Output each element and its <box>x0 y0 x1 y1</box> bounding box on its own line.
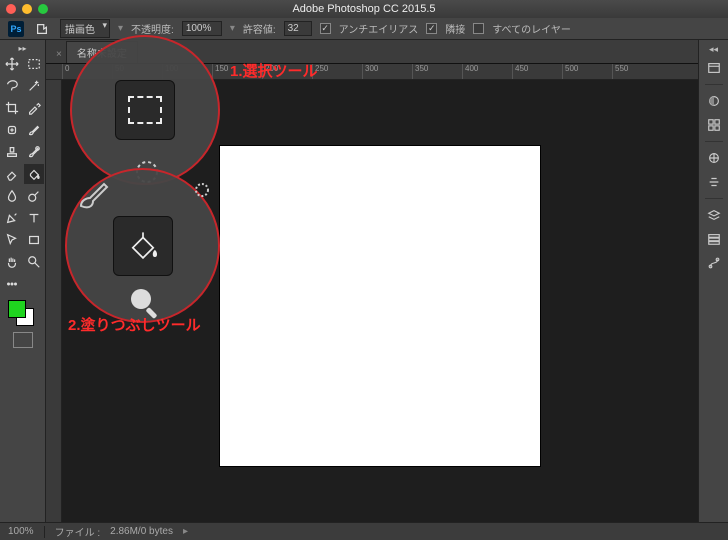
contiguous-checkbox[interactable] <box>426 23 437 34</box>
hand-tool[interactable] <box>2 252 22 272</box>
marquee-tool-zoomed-icon <box>115 80 175 140</box>
annotation-callout-1 <box>70 35 220 185</box>
marquee-tool[interactable] <box>24 54 44 74</box>
ruler-mark: 500 <box>562 64 612 79</box>
title-bar: Adobe Photoshop CC 2015.5 <box>0 0 728 18</box>
expand-panels-icon[interactable]: ◂◂ <box>709 44 718 55</box>
edit-toolbar[interactable] <box>2 274 22 294</box>
doc-tab-close-x[interactable]: × <box>52 46 66 63</box>
history-brush-tool[interactable] <box>24 142 44 162</box>
stamp-tool[interactable] <box>2 142 22 162</box>
eyedropper-tool[interactable] <box>24 98 44 118</box>
layers-panel-icon[interactable] <box>703 204 725 226</box>
opacity-label: 不透明度: <box>131 21 174 36</box>
adjustments-panel-icon[interactable] <box>703 147 725 169</box>
paths-panel-icon[interactable] <box>703 252 725 274</box>
status-bar: 100% ファイル : 2.86M/0 bytes ▸ <box>0 522 728 540</box>
zoom-level[interactable]: 100% <box>8 526 34 537</box>
file-info-value: 2.86M/0 bytes <box>110 526 173 537</box>
collapse-tools-icon[interactable]: ▸▸ <box>14 44 32 52</box>
history-panel-icon[interactable] <box>703 57 725 79</box>
canvas[interactable] <box>220 146 540 466</box>
healing-tool[interactable] <box>2 120 22 140</box>
paint-bucket-tool[interactable] <box>24 164 44 184</box>
zoom-tool[interactable] <box>24 252 44 272</box>
current-tool-icon <box>32 19 52 39</box>
ruler-mark: 300 <box>362 64 412 79</box>
ruler-vertical <box>46 80 62 522</box>
channels-panel-icon[interactable] <box>703 228 725 250</box>
shape-tool[interactable] <box>24 230 44 250</box>
tolerance-input[interactable]: 32 <box>284 21 312 36</box>
styles-panel-icon[interactable] <box>703 171 725 193</box>
deco-brush-icon <box>75 172 115 212</box>
swatches-panel-icon[interactable] <box>703 114 725 136</box>
color-panel-icon[interactable] <box>703 90 725 112</box>
fill-mode-dropdown[interactable]: 描画色 <box>60 19 110 38</box>
ruler-mark: 250 <box>312 64 362 79</box>
dodge-tool[interactable] <box>24 186 44 206</box>
file-info-label: ファイル : <box>55 524 101 539</box>
type-tool[interactable] <box>24 208 44 228</box>
blur-tool[interactable] <box>2 186 22 206</box>
crop-tool[interactable] <box>2 98 22 118</box>
antialias-label: アンチエイリアス <box>339 21 419 36</box>
ruler-mark: 450 <box>512 64 562 79</box>
all-layers-label: すべてのレイヤー <box>492 21 571 36</box>
app-window: Adobe Photoshop CC 2015.5 Ps 描画色 ▾ 不透明度:… <box>0 0 728 540</box>
foreground-color-swatch[interactable] <box>8 300 26 318</box>
right-panel-dock: ◂◂ <box>698 40 728 522</box>
quick-mask-toggle[interactable] <box>13 332 33 348</box>
ruler-mark: 550 <box>612 64 662 79</box>
ruler-mark: 400 <box>462 64 512 79</box>
color-swatches[interactable] <box>8 300 38 330</box>
contiguous-label: 隣接 <box>445 21 465 36</box>
path-select-tool[interactable] <box>2 230 22 250</box>
annotation-label-1: 1.選択ツール <box>230 60 318 81</box>
antialias-checkbox[interactable] <box>320 23 331 34</box>
ruler-mark: 350 <box>412 64 462 79</box>
deco-circle-icon <box>192 180 212 200</box>
pen-tool[interactable] <box>2 208 22 228</box>
options-bar: Ps 描画色 ▾ 不透明度: 100% ▾ 許容値: 32 アンチエイリアス 隣… <box>0 18 728 40</box>
annotation-callout-2 <box>65 168 220 323</box>
ps-logo-icon: Ps <box>8 21 24 37</box>
move-tool[interactable] <box>2 54 22 74</box>
lasso-tool[interactable] <box>2 76 22 96</box>
tool-panel: ▸▸ <box>0 40 46 522</box>
paint-bucket-zoomed-icon <box>113 216 173 276</box>
app-title: Adobe Photoshop CC 2015.5 <box>0 3 728 15</box>
brush-tool[interactable] <box>24 120 44 140</box>
tolerance-label: 許容値: <box>243 21 276 36</box>
eraser-tool[interactable] <box>2 164 22 184</box>
magic-wand-tool[interactable] <box>24 76 44 96</box>
opacity-input[interactable]: 100% <box>182 21 222 36</box>
all-layers-checkbox[interactable] <box>473 23 484 34</box>
annotation-label-2: 2.塗りつぶしツール <box>68 314 201 335</box>
